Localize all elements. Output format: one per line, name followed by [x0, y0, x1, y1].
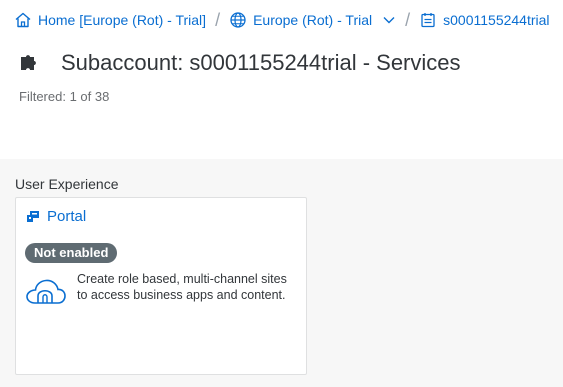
service-tile-portal[interactable]: Portal Not enabled Create role based, mu…	[15, 197, 307, 375]
page-title: Subaccount: s0001155244trial - Services	[61, 50, 461, 75]
status-badge: Not enabled	[25, 243, 118, 263]
puzzle-icon	[18, 51, 42, 75]
cloud-icon	[25, 277, 67, 307]
breadcrumb-subaccount-label: s0001155244trial	[443, 12, 550, 28]
services-content: User Experience Portal Not enabled Creat…	[0, 159, 563, 387]
breadcrumb: Home [Europe (Rot) - Trial] / Europe (Ro…	[14, 8, 550, 32]
breadcrumb-subaccount[interactable]: s0001155244trial	[419, 11, 550, 29]
group-label: User Experience	[15, 176, 119, 192]
service-tile-name[interactable]: Portal	[47, 208, 86, 225]
service-tile-header[interactable]: Portal	[25, 208, 86, 225]
home-icon	[14, 11, 32, 29]
service-tile-body: Create role based, multi-channel sites t…	[25, 271, 292, 307]
globe-icon	[229, 11, 247, 29]
breadcrumb-home[interactable]: Home [Europe (Rot) - Trial]	[14, 11, 206, 29]
page-header: Subaccount: s0001155244trial - Services	[18, 50, 461, 76]
breadcrumb-region[interactable]: Europe (Rot) - Trial	[229, 11, 396, 29]
portal-icon	[25, 209, 41, 225]
subaccount-icon	[419, 11, 437, 29]
breadcrumb-region-label: Europe (Rot) - Trial	[253, 12, 373, 28]
breadcrumb-separator: /	[405, 9, 411, 30]
page: Home [Europe (Rot) - Trial] / Europe (Ro…	[0, 0, 563, 387]
breadcrumb-separator: /	[215, 9, 221, 30]
service-tile-description: Create role based, multi-channel sites t…	[77, 272, 287, 302]
chevron-down-icon[interactable]	[382, 13, 396, 27]
filtered-count: Filtered: 1 of 38	[19, 89, 110, 104]
breadcrumb-home-label: Home [Europe (Rot) - Trial]	[38, 12, 207, 28]
